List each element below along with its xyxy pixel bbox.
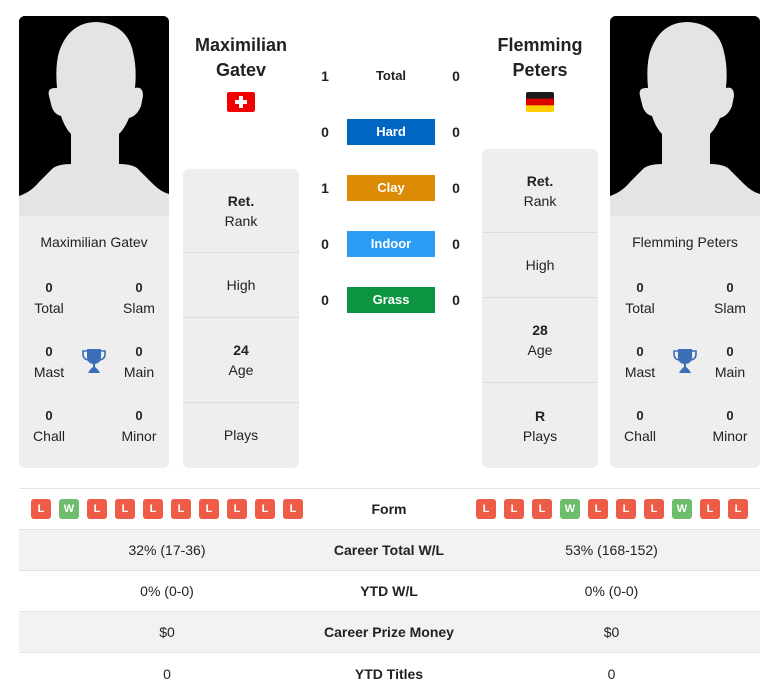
right-form-badge-loss[interactable]: L — [532, 499, 552, 519]
right-titles-grid: 0 Total 0 Slam 0 Mast 0 Main 0 Chall 0 M… — [610, 278, 760, 468]
left-form-badge-loss[interactable]: L — [199, 499, 219, 519]
right-titles-chall: 0 Chall — [624, 408, 656, 444]
h2h-row-total: 1 Total 0 — [321, 68, 460, 84]
left-form-badge-loss[interactable]: L — [227, 499, 247, 519]
left-player-full-name: Maximilian Gatev — [40, 234, 148, 250]
surface-grass-badge: Grass — [347, 287, 435, 313]
left-form-badge-loss[interactable]: L — [31, 499, 51, 519]
h2h-row-indoor: 0 Indoor 0 — [310, 231, 470, 257]
surface-indoor-badge: Indoor — [347, 231, 435, 257]
left-form-badge-win[interactable]: W — [59, 499, 79, 519]
left-form-badges: LWLLLLLLLL — [31, 499, 303, 519]
left-info-rank: Ret. Rank — [183, 169, 299, 253]
left-form-badge-loss[interactable]: L — [283, 499, 303, 519]
right-form-badge-loss[interactable]: L — [476, 499, 496, 519]
right-form-badges: LLLWLLLWLL — [476, 499, 748, 519]
left-info-high: High — [183, 253, 299, 318]
right-form-badge-loss[interactable]: L — [644, 499, 664, 519]
h2h-row-clay: 1 Clay 0 — [310, 175, 470, 201]
trophy-icon — [673, 349, 697, 373]
left-titles-mast: 0 Mast — [33, 344, 65, 380]
right-titles-total: 0 Total — [625, 280, 655, 316]
left-titles-grid: 0 Total 0 Slam 0 Mast 0 Main 0 Chall 0 M… — [19, 278, 169, 468]
stats-row-form: LWLLLLLLLL Form LLLWLLLWLL — [19, 489, 760, 530]
left-form-badge-loss[interactable]: L — [87, 499, 107, 519]
left-form-badge-loss[interactable]: L — [143, 499, 163, 519]
left-titles-total: 0 Total — [34, 280, 64, 316]
right-titles-mast: 0 Mast — [624, 344, 656, 380]
right-player-info: Ret. Rank High 28 Age R Plays — [482, 149, 598, 468]
h2h-row-hard: 0 Hard 0 — [310, 119, 470, 145]
left-titles-chall: 0 Chall — [33, 408, 65, 444]
right-form-badge-win[interactable]: W — [560, 499, 580, 519]
right-player-photo — [610, 16, 760, 216]
left-player-photo — [19, 16, 169, 216]
surface-clay-badge: Clay — [347, 175, 435, 201]
germany-flag-icon — [526, 92, 554, 112]
right-form-badge-loss[interactable]: L — [616, 499, 636, 519]
left-info-age: 24 Age — [183, 318, 299, 403]
left-form-badge-loss[interactable]: L — [115, 499, 135, 519]
left-info-plays: Plays — [223, 427, 259, 443]
trophy-icon — [82, 349, 106, 373]
right-info-rank: Ret. Rank — [482, 149, 598, 233]
right-info-high: High — [482, 233, 598, 298]
stats-row-ytd-titles: 0 YTD Titles 0 — [163, 665, 616, 682]
right-player-name[interactable]: Flemming Peters — [475, 33, 605, 83]
surface-hard-badge: Hard — [347, 119, 435, 145]
h2h-row-grass: 0 Grass 0 — [310, 287, 470, 313]
left-titles-slam: 0 Slam — [123, 280, 155, 316]
right-form-badge-loss[interactable]: L — [728, 499, 748, 519]
right-player-full-name: Flemming Peters — [632, 234, 738, 250]
right-form-badge-win[interactable]: W — [672, 499, 692, 519]
stats-row-prize-money: $0 Career Prize Money $0 — [19, 612, 760, 653]
left-player-name[interactable]: Maximilian Gatev — [176, 33, 306, 83]
stats-label-form: Form — [371, 501, 407, 517]
right-titles-minor: 0 Minor — [712, 408, 748, 444]
right-titles-main: 0 Main — [714, 344, 746, 380]
player-silhouette-icon — [610, 16, 760, 216]
left-form-badge-loss[interactable]: L — [255, 499, 275, 519]
left-form-badge-loss[interactable]: L — [171, 499, 191, 519]
left-player-info: Ret. Rank High 24 Age Plays — [183, 169, 299, 468]
right-titles-slam: 0 Slam — [714, 280, 746, 316]
switzerland-flag-icon — [227, 92, 255, 112]
player-silhouette-icon — [19, 16, 169, 216]
right-form-badge-loss[interactable]: L — [700, 499, 720, 519]
stats-row-career-total: 32% (17-36) Career Total W/L 53% (168-15… — [19, 530, 760, 571]
right-info-age: 28 Age — [482, 298, 598, 383]
right-player-card: Flemming Peters 0 Total 0 Slam 0 Mast 0 … — [610, 16, 760, 468]
left-titles-main: 0 Main — [123, 344, 155, 380]
right-form-badge-loss[interactable]: L — [588, 499, 608, 519]
right-info-plays: R Plays — [522, 407, 558, 444]
right-form-badge-loss[interactable]: L — [504, 499, 524, 519]
comparison-stats-table: LWLLLLLLLL Form LLLWLLLWLL 32% (17-36) C… — [19, 488, 760, 694]
left-titles-minor: 0 Minor — [121, 408, 157, 444]
left-player-card: Maximilian Gatev 0 Total 0 Slam 0 Mast 0… — [19, 16, 169, 468]
stats-row-ytd-wl: 0% (0-0) YTD W/L 0% (0-0) — [19, 571, 760, 612]
